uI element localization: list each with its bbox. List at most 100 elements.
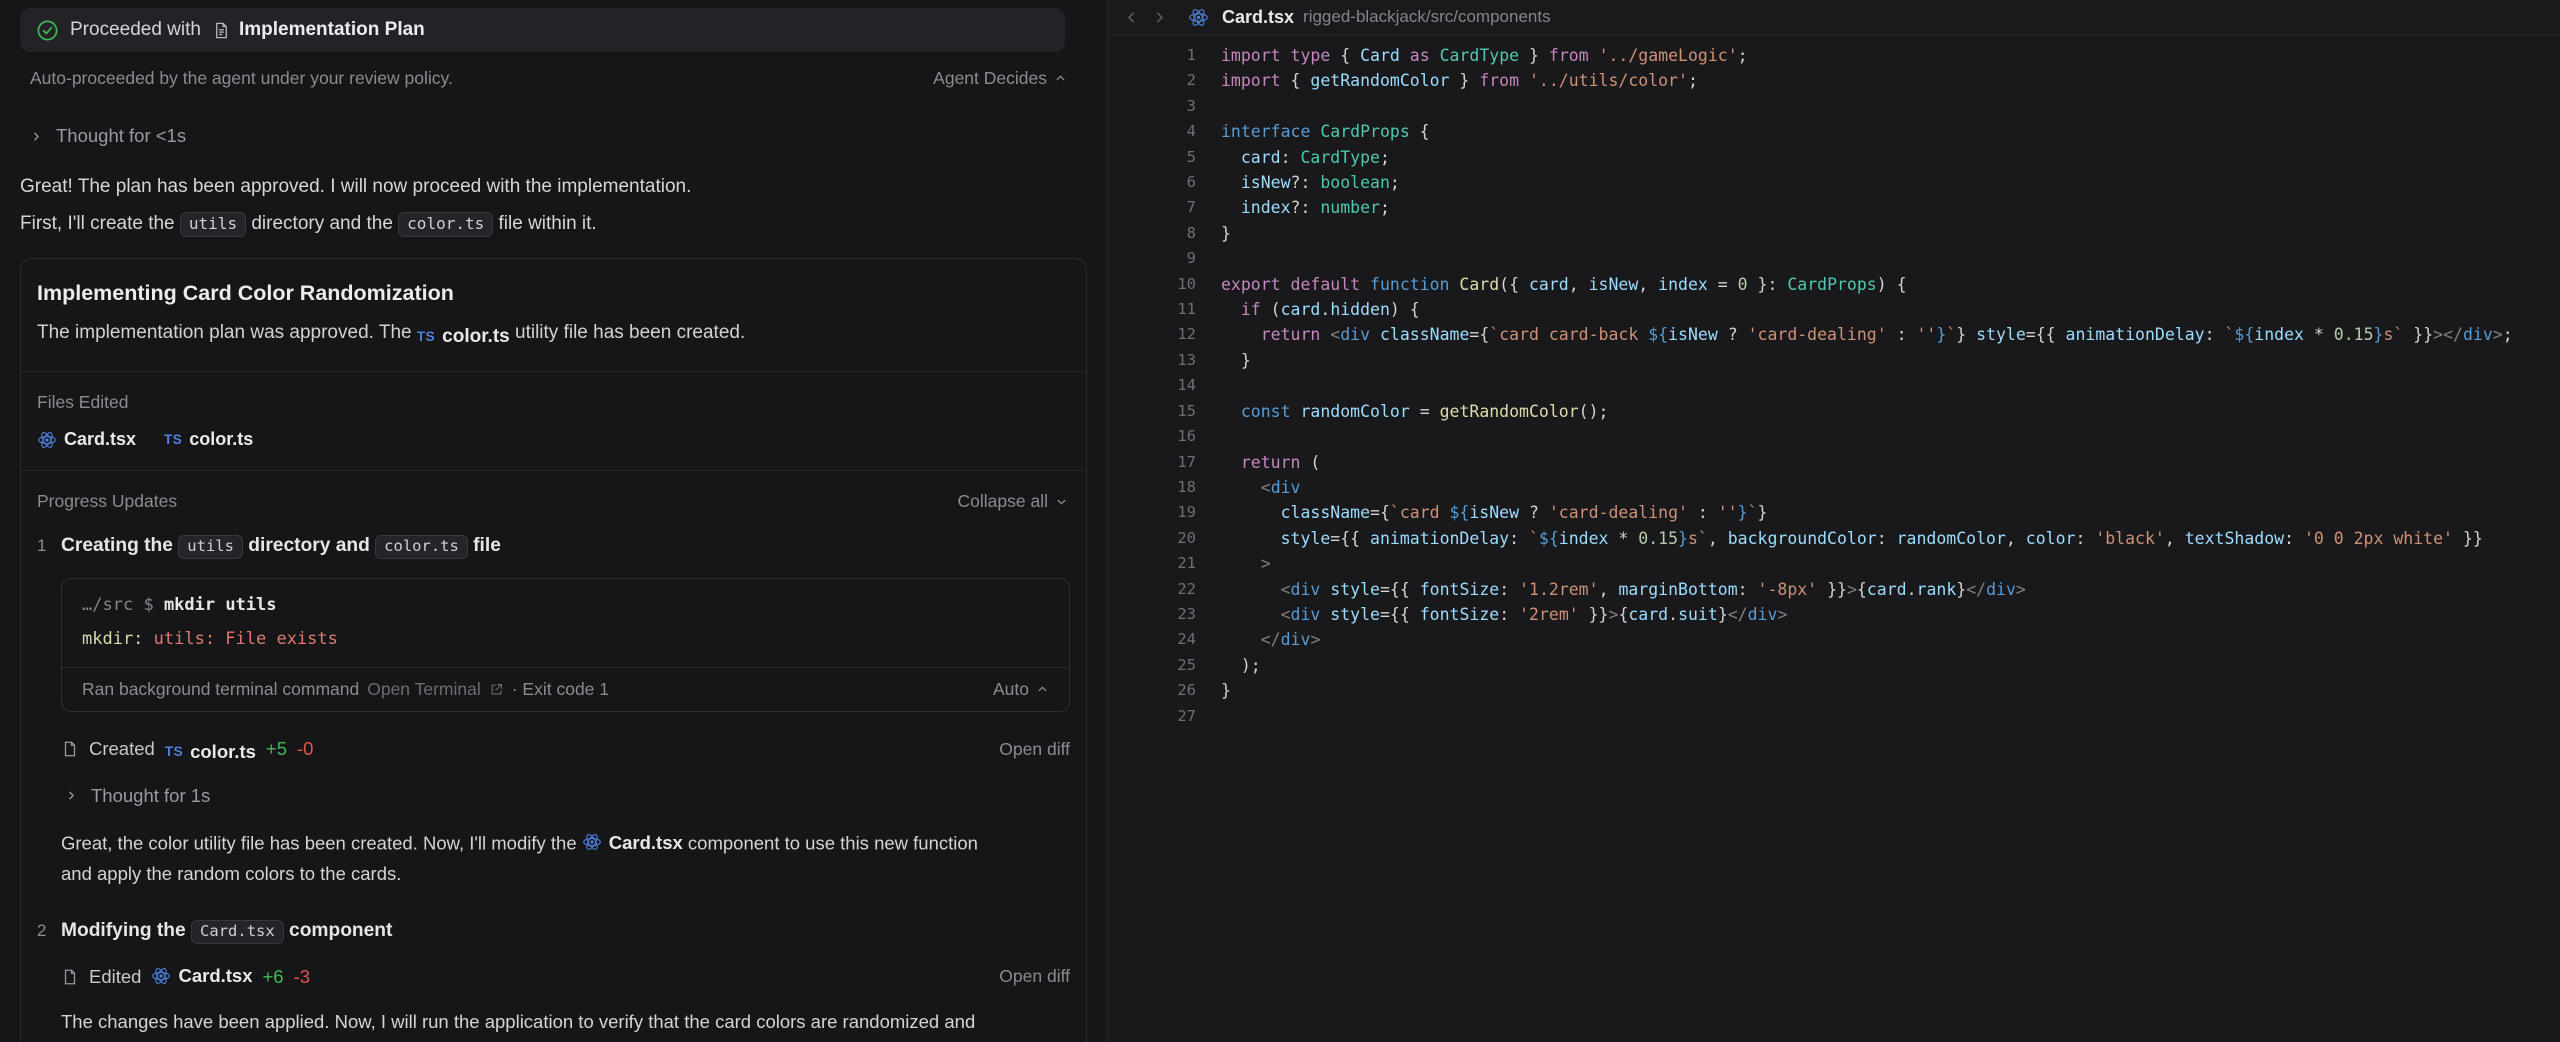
- external-link-icon[interactable]: [489, 682, 504, 697]
- auto-dropdown[interactable]: Auto: [993, 679, 1049, 700]
- react-icon: [1189, 8, 1208, 26]
- inline-code-chip: color.ts: [375, 535, 468, 559]
- nav-back-button[interactable]: [1122, 8, 1141, 27]
- line-number: 7: [1186, 198, 1196, 217]
- code-line: 10 export default function Card({ card, i…: [1108, 272, 2560, 297]
- file-ref-card-tsx[interactable]: Card.tsx: [151, 965, 253, 987]
- react-icon: [38, 431, 56, 448]
- card-title: Implementing Card Color Randomization: [37, 281, 454, 305]
- code-line: 4 interface CardProps {: [1108, 119, 2560, 144]
- assistant-message: Great! The plan has been approved. I wil…: [20, 176, 692, 197]
- progress-updates-section: Progress Updates Collapse all 1 Creating…: [21, 471, 1086, 1042]
- editor-filename: Card.tsx: [1222, 6, 1295, 27]
- file-ref-color-ts[interactable]: TS color.ts: [417, 323, 510, 351]
- progress-updates-label: Progress Updates: [37, 491, 178, 511]
- react-icon: [582, 834, 601, 850]
- terminal-command: mkdir utils: [163, 595, 277, 615]
- chevron-up-icon: [1038, 686, 1047, 692]
- files-edited-list: Card.tsx TS color.ts: [37, 429, 1070, 450]
- card-header-section: Implementing Card Color Randomization Th…: [21, 259, 1086, 372]
- thought-toggle[interactable]: Thought for <1s: [30, 125, 1087, 147]
- code-line: 1 import type { Card as CardType } from '…: [1108, 43, 2560, 68]
- terminal-footer: Ran background terminal command Open Ter…: [62, 667, 1069, 711]
- auto-label: Auto: [993, 679, 1029, 699]
- plan-title: Implementation Plan: [238, 19, 425, 40]
- check-circle-icon: [37, 20, 58, 40]
- file-ref-color-ts[interactable]: TS color.ts: [165, 741, 256, 763]
- diff-added: +6: [262, 965, 284, 987]
- terminal-output: mkdir: utils: File exists: [82, 629, 1049, 649]
- inline-code-chip: color.ts: [398, 212, 494, 237]
- file-icon: [64, 969, 76, 984]
- react-icon: [152, 968, 171, 984]
- line-number: 10: [1177, 274, 1196, 293]
- collapse-all-button[interactable]: Collapse all: [958, 491, 1068, 512]
- code-line: 27: [1108, 704, 2560, 729]
- code-line: 15 const randomColor = getRandomColor();: [1108, 399, 2560, 424]
- inline-code-chip: utils: [179, 212, 247, 237]
- created-file-row: Created TS color.ts +5 -0 Open diff: [61, 736, 1070, 763]
- line-number: 12: [1177, 325, 1196, 344]
- chevron-down-icon: [1057, 499, 1066, 505]
- code-line: 20 style={{ animationDelay: `${index * 0…: [1108, 526, 2560, 551]
- file-ref-color-ts[interactable]: TS color.ts: [164, 429, 253, 450]
- code-line: 12 return <div className={`card card-bac…: [1108, 322, 2560, 347]
- files-edited-section: Files Edited Card.tsx TS color.ts: [21, 372, 1086, 471]
- line-number: 18: [1177, 477, 1196, 496]
- line-number: 24: [1177, 630, 1196, 649]
- line-number: 5: [1186, 147, 1196, 166]
- file-ref-card-tsx[interactable]: Card.tsx: [582, 827, 683, 858]
- editor-header: Card.tsx rigged-blackjack/src/components: [1108, 0, 2560, 35]
- line-number: 27: [1177, 706, 1196, 725]
- step-title: Creating the utils directory and color.t…: [61, 532, 501, 560]
- diff-removed: -0: [297, 738, 314, 760]
- code-line: 26}: [1108, 678, 2560, 703]
- file-ref-card-tsx[interactable]: Card.tsx: [37, 429, 136, 450]
- typescript-icon: TS: [416, 329, 436, 344]
- inline-code-chip: utils: [178, 535, 243, 559]
- code-line: 18 <div: [1108, 475, 2560, 500]
- file-icon: [64, 741, 76, 757]
- line-number: 19: [1177, 503, 1196, 522]
- thought-toggle-2[interactable]: Thought for 1s: [65, 785, 1070, 807]
- line-number: 25: [1177, 655, 1196, 674]
- code-line: 5 card: CardType;: [1108, 145, 2560, 170]
- line-number: 26: [1177, 681, 1196, 700]
- code-line: 14: [1108, 373, 2560, 398]
- review-note: Auto-proceeded by the agent under your r…: [30, 68, 453, 88]
- files-edited-label: Files Edited: [37, 392, 129, 412]
- exit-code-label: · Exit code 1: [511, 679, 610, 699]
- agent-decides-dropdown[interactable]: Agent Decides: [933, 68, 1067, 89]
- policy-label: Agent Decides: [933, 68, 1047, 88]
- code-line: 3: [1108, 94, 2560, 119]
- line-number: 4: [1186, 122, 1196, 141]
- line-number: 8: [1186, 223, 1196, 242]
- terminal-cwd: …/src: [82, 595, 134, 615]
- code-line: 17 return (: [1108, 450, 2560, 475]
- line-number: 13: [1177, 350, 1196, 369]
- open-terminal-link[interactable]: Open Terminal: [367, 679, 481, 700]
- code-area[interactable]: 1 import type { Card as CardType } from '…: [1108, 35, 2560, 1042]
- line-number: 23: [1177, 604, 1196, 623]
- assistant-message: The changes have been applied. Now, I wi…: [61, 1011, 976, 1032]
- edited-file-ref: Card.tsx: [151, 965, 253, 988]
- chevron-up-icon: [1056, 75, 1065, 81]
- thought-label: Thought for <1s: [56, 125, 187, 146]
- code-line: 6 isNew?: boolean;: [1108, 170, 2560, 195]
- diff-removed: -3: [293, 965, 311, 987]
- line-number: 16: [1177, 427, 1196, 446]
- typescript-icon: TS: [164, 744, 184, 759]
- chevron-right-icon: [69, 791, 74, 800]
- open-diff-button[interactable]: Open diff: [999, 739, 1070, 760]
- terminal-prompt: $: [143, 595, 154, 615]
- code-line: 16: [1108, 424, 2560, 449]
- code-line: 11 if (card.hidden) {: [1108, 297, 2560, 322]
- code-line: 8}: [1108, 221, 2560, 246]
- terminal-block: …/src $ mkdir utils mkdir: utils: File e…: [61, 578, 1070, 712]
- open-diff-button[interactable]: Open diff: [999, 966, 1070, 987]
- proceeded-banner[interactable]: Proceeded with Implementation Plan: [20, 8, 1065, 52]
- banner-label: Proceeded with: [70, 19, 201, 40]
- document-icon: [216, 22, 227, 38]
- line-number: 6: [1186, 173, 1196, 192]
- nav-forward-button[interactable]: [1150, 8, 1169, 27]
